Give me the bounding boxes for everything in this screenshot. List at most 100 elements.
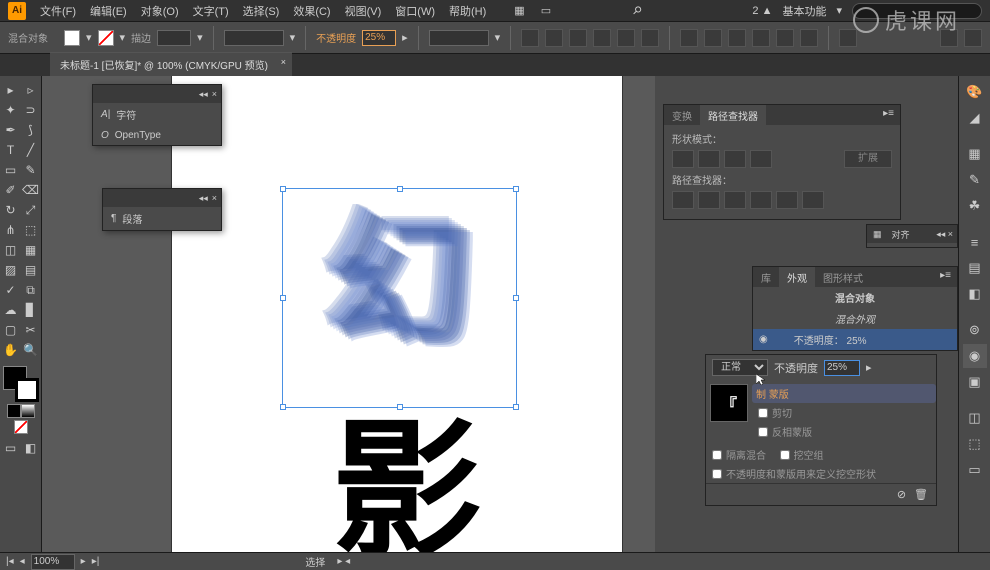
document-tab[interactable]: 未标题-1 [已恢复]* @ 100% (CMYK/GPU 预览)× xyxy=(50,52,292,76)
graph-tool[interactable]: ▊ xyxy=(21,300,41,320)
menu-file[interactable]: 文件(F) xyxy=(34,1,82,21)
align-btn-1[interactable] xyxy=(521,29,539,47)
outline-btn[interactable] xyxy=(776,191,798,209)
brush-input[interactable] xyxy=(224,30,284,46)
stroke-swatch[interactable] xyxy=(98,30,114,46)
nav-first-icon[interactable]: |◂ xyxy=(6,556,14,567)
perspective-tool[interactable]: ▦ xyxy=(21,240,41,260)
graphic-styles-dock-icon[interactable]: ▣ xyxy=(963,370,987,394)
invert-checkbox[interactable] xyxy=(758,427,768,437)
unite-btn[interactable] xyxy=(672,150,694,168)
trim-btn[interactable] xyxy=(698,191,720,209)
appearance-tab[interactable]: 外观 xyxy=(779,267,815,287)
paragraph-panel[interactable]: ◂◂× ¶段落 xyxy=(102,188,222,231)
menu-type[interactable]: 文字(T) xyxy=(187,1,235,21)
nav-next-icon[interactable]: ▸ xyxy=(81,556,86,567)
transform-tab[interactable]: 变换 xyxy=(664,105,700,125)
menu-window[interactable]: 窗口(W) xyxy=(389,1,441,21)
blend-tool[interactable]: ⧉ xyxy=(21,280,41,300)
dist-btn-4[interactable] xyxy=(752,29,770,47)
arrange-icon[interactable]: ▭ xyxy=(541,4,551,17)
type-tool[interactable]: T xyxy=(1,140,21,160)
menu-object[interactable]: 对象(O) xyxy=(135,1,185,21)
fill-swatch[interactable] xyxy=(64,30,80,46)
close-icon[interactable]: × xyxy=(212,193,217,203)
zoom-tool[interactable]: 🔍 xyxy=(21,340,41,360)
pen-tool[interactable]: ✒ xyxy=(1,120,21,140)
slice-tool[interactable]: ✂ xyxy=(21,320,41,340)
collapse-icon[interactable]: ◂◂ xyxy=(199,193,208,204)
align-btn-2[interactable] xyxy=(545,29,563,47)
cancel-icon[interactable]: ⊘ xyxy=(897,488,906,501)
selection-tool[interactable]: ▸ xyxy=(1,80,21,100)
color-guide-dock-icon[interactable]: ◢ xyxy=(963,106,987,130)
width-tool[interactable]: ⋔ xyxy=(1,220,21,240)
eraser-tool[interactable]: ⌫ xyxy=(21,180,41,200)
panel-menu-icon[interactable]: ▸≡ xyxy=(877,105,900,125)
gradient-tool[interactable]: ▤ xyxy=(21,260,41,280)
prefs-btn[interactable] xyxy=(964,29,982,47)
symbol-tool[interactable]: ☁ xyxy=(1,300,21,320)
workspace-switcher[interactable]: 基本功能 xyxy=(782,3,826,19)
appearance-opacity-row[interactable]: ◉ 不透明度： 25% xyxy=(753,329,957,350)
align-btn-4[interactable] xyxy=(593,29,611,47)
library-tab[interactable]: 库 xyxy=(753,267,779,287)
align-panel-collapsed[interactable]: ▦对齐◂◂ × xyxy=(866,224,958,248)
define-knockout-checkbox[interactable] xyxy=(712,469,722,479)
align-btn-6[interactable] xyxy=(641,29,659,47)
curvature-tool[interactable]: ⟆ xyxy=(21,120,41,140)
crop-btn[interactable] xyxy=(750,191,772,209)
menu-help[interactable]: 帮助(H) xyxy=(443,1,492,21)
menu-effect[interactable]: 效果(C) xyxy=(287,1,336,21)
nav-prev-icon[interactable]: ◂ xyxy=(20,556,25,567)
mesh-tool[interactable]: ▨ xyxy=(1,260,21,280)
zoom-input[interactable] xyxy=(31,554,75,570)
opacity-slider-icon[interactable]: ▸ xyxy=(866,361,872,374)
brushes-dock-icon[interactable]: ✎ xyxy=(963,168,987,192)
artboard-tool[interactable]: ▢ xyxy=(1,320,21,340)
canvas[interactable]: 幻 幻 幻 幻 幻 幻 幻 幻 幻 影 ◂◂× A|字符 OOpenType ◂… xyxy=(42,76,655,552)
expand-btn[interactable]: 扩展 xyxy=(844,150,892,168)
shaper-tool[interactable]: ✐ xyxy=(1,180,21,200)
clip-checkbox[interactable] xyxy=(758,408,768,418)
divide-btn[interactable] xyxy=(672,191,694,209)
screen-mode[interactable]: ▭ xyxy=(1,438,21,458)
fill-stroke-indicator[interactable] xyxy=(3,366,39,402)
draw-mode[interactable]: ◧ xyxy=(21,438,41,458)
rotate-tool[interactable]: ↻ xyxy=(1,200,21,220)
transparency-dock-icon[interactable]: ◧ xyxy=(963,282,987,306)
appearance-panel[interactable]: 库 外观 图形样式 ▸≡ 混合对象 混合外观 ◉ 不透明度： 25% xyxy=(752,266,958,351)
style-input[interactable] xyxy=(429,30,489,46)
symbols-dock-icon[interactable]: ☘ xyxy=(963,194,987,218)
eyedropper-tool[interactable]: ✓ xyxy=(1,280,21,300)
artboards-dock-icon[interactable]: ▭ xyxy=(963,458,987,482)
delete-icon[interactable]: 🗑 xyxy=(914,488,928,501)
stroke-weight-input[interactable] xyxy=(157,30,191,46)
tp-opacity-input[interactable] xyxy=(824,360,860,376)
align-btn-3[interactable] xyxy=(569,29,587,47)
dist-btn-6[interactable] xyxy=(800,29,818,47)
rect-tool[interactable]: ▭ xyxy=(1,160,21,180)
appearance-dock-icon[interactable]: ◉ xyxy=(963,344,987,368)
minus-front-btn[interactable] xyxy=(698,150,720,168)
dist-btn-5[interactable] xyxy=(776,29,794,47)
gradient-mode[interactable] xyxy=(21,404,35,418)
direct-selection-tool[interactable]: ▹ xyxy=(21,80,41,100)
character-panel[interactable]: ◂◂× A|字符 OOpenType xyxy=(92,84,222,146)
close-tab-icon[interactable]: × xyxy=(281,57,286,67)
gradient-dock-icon[interactable]: ▤ xyxy=(963,256,987,280)
opacity-input[interactable] xyxy=(362,30,396,46)
cc-dock-icon[interactable]: ⊚ xyxy=(963,318,987,342)
free-transform-tool[interactable]: ⬚ xyxy=(21,220,41,240)
transparency-panel[interactable]: 正常 不透明度 ▸ 『 制 蒙版 剪切 反相蒙版 xyxy=(705,354,937,506)
stroke-dock-icon[interactable]: ≡ xyxy=(963,230,987,254)
exclude-btn[interactable] xyxy=(750,150,772,168)
align-btn-5[interactable] xyxy=(617,29,635,47)
isolate-checkbox[interactable] xyxy=(712,450,722,460)
knockout-checkbox[interactable] xyxy=(780,450,790,460)
shape-builder-tool[interactable]: ◫ xyxy=(1,240,21,260)
swatches-dock-icon[interactable]: ▦ xyxy=(963,142,987,166)
menu-edit[interactable]: 编辑(E) xyxy=(84,1,133,21)
minus-back-btn[interactable] xyxy=(802,191,824,209)
close-icon[interactable]: × xyxy=(212,89,217,99)
